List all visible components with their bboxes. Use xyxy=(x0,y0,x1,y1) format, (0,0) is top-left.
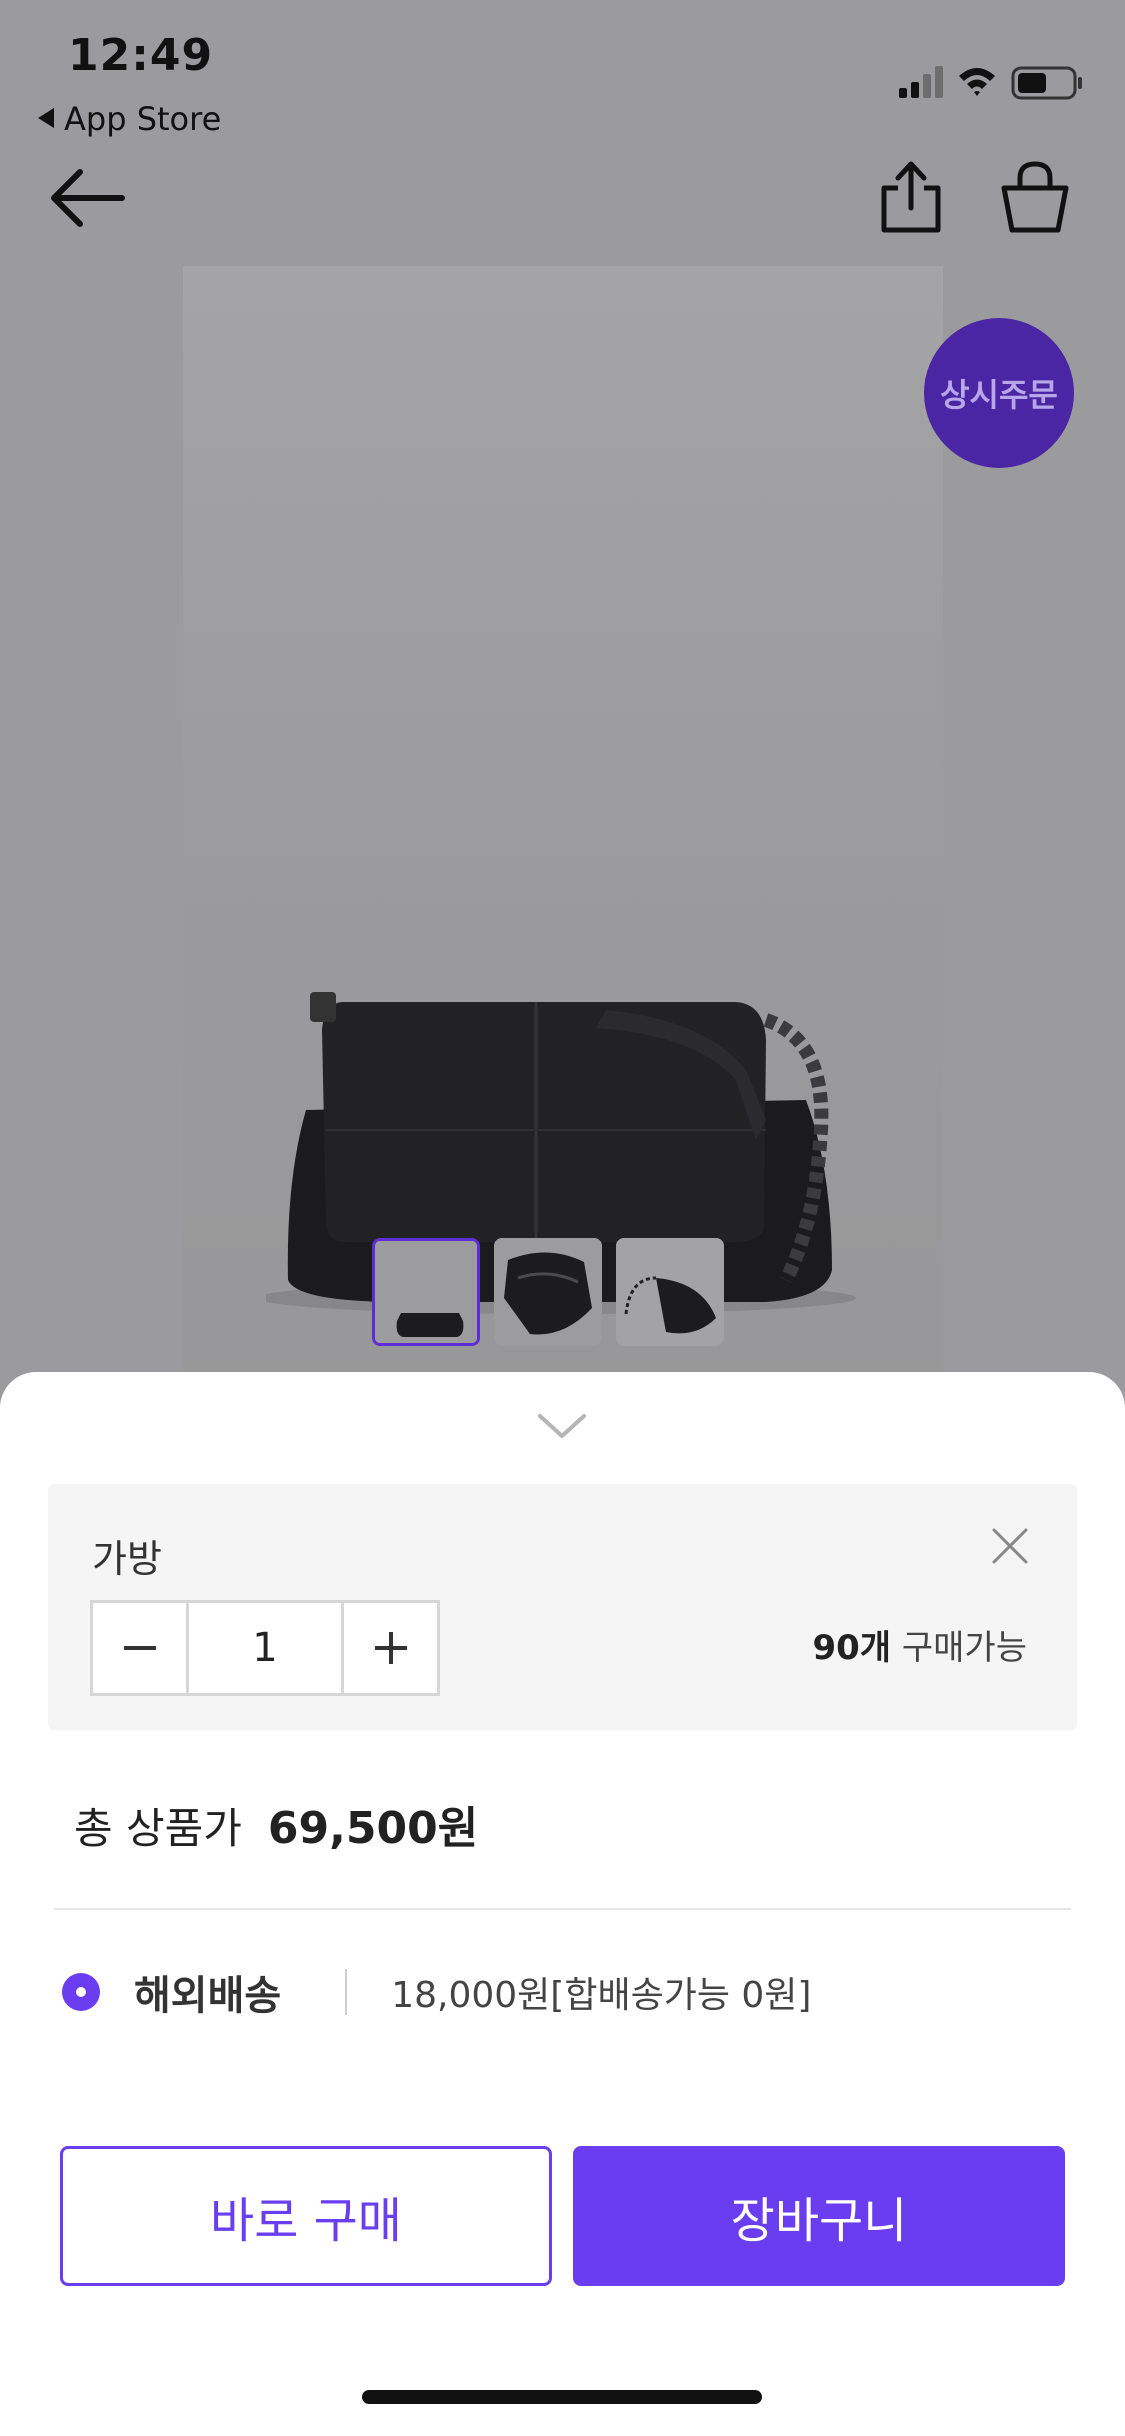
add-to-cart-button[interactable]: 장바구니 xyxy=(573,2146,1065,2286)
divider xyxy=(54,1908,1071,1910)
quantity-value[interactable]: 1 xyxy=(186,1600,344,1696)
stock-suffix: 구매가능 xyxy=(891,1628,1027,1668)
wifi-icon xyxy=(959,68,995,96)
share-icon[interactable] xyxy=(878,160,944,234)
back-arrow-icon[interactable] xyxy=(50,166,126,230)
thumbnail-strip xyxy=(372,1238,724,1346)
status-time: 12:49 xyxy=(68,30,214,81)
total-price-row: 총 상품가 69,500원 xyxy=(74,1792,478,1856)
total-value: 69,500원 xyxy=(267,1803,479,1854)
thumbnail-3[interactable] xyxy=(616,1238,724,1346)
bag-thumb-side-icon xyxy=(616,1238,724,1346)
selected-option-card: 가방 1 90개 구매가능 xyxy=(48,1484,1077,1730)
signal-icon xyxy=(899,66,943,98)
decrease-quantity-button[interactable] xyxy=(90,1600,186,1696)
status-icons xyxy=(899,66,1082,100)
shipping-label: 해외배송 xyxy=(134,1973,282,2019)
thumbnail-1[interactable] xyxy=(372,1238,480,1346)
shipping-radio[interactable] xyxy=(62,1973,100,2011)
minus-icon xyxy=(123,1646,156,1650)
shipping-separator xyxy=(345,1969,348,2015)
thumbnail-2[interactable] xyxy=(494,1238,602,1346)
home-indicator xyxy=(362,2390,762,2404)
chevron-down-icon[interactable] xyxy=(536,1410,588,1440)
purchase-sheet: 가방 1 90개 구매가능 총 상품가 69,500원 해외배송 18,000원… xyxy=(0,1372,1125,2436)
stock-availability: 90개 구매가능 xyxy=(812,1620,1027,1669)
back-triangle-icon xyxy=(38,108,54,128)
increase-quantity-button[interactable] xyxy=(344,1600,440,1696)
stock-count: 90개 xyxy=(812,1628,892,1668)
plus-icon xyxy=(374,1632,407,1664)
back-app-label: App Store xyxy=(64,100,222,138)
bag-thumb-front-icon xyxy=(375,1241,477,1343)
quantity-stepper: 1 xyxy=(90,1600,440,1696)
bag-thumb-folded-icon xyxy=(494,1238,602,1346)
always-order-badge: 상시주문 xyxy=(924,318,1074,468)
shopping-bag-icon[interactable] xyxy=(1000,160,1070,234)
shipping-fee: 18,000원[합배송가능 0원] xyxy=(391,1975,812,2016)
close-icon[interactable] xyxy=(990,1526,1030,1566)
product-detail-screen: 12:49 App Store 상시주문 가방 1 90개 구매가능 총 상품가… xyxy=(0,0,1125,2436)
shipping-row: 해외배송 18,000원[합배송가능 0원] xyxy=(62,1962,811,2022)
battery-icon xyxy=(1011,66,1082,100)
total-label: 총 상품가 xyxy=(74,1804,242,1853)
option-name: 가방 xyxy=(92,1537,162,1581)
buy-now-button[interactable]: 바로 구매 xyxy=(60,2146,552,2286)
back-to-app-link[interactable]: App Store xyxy=(38,100,221,138)
